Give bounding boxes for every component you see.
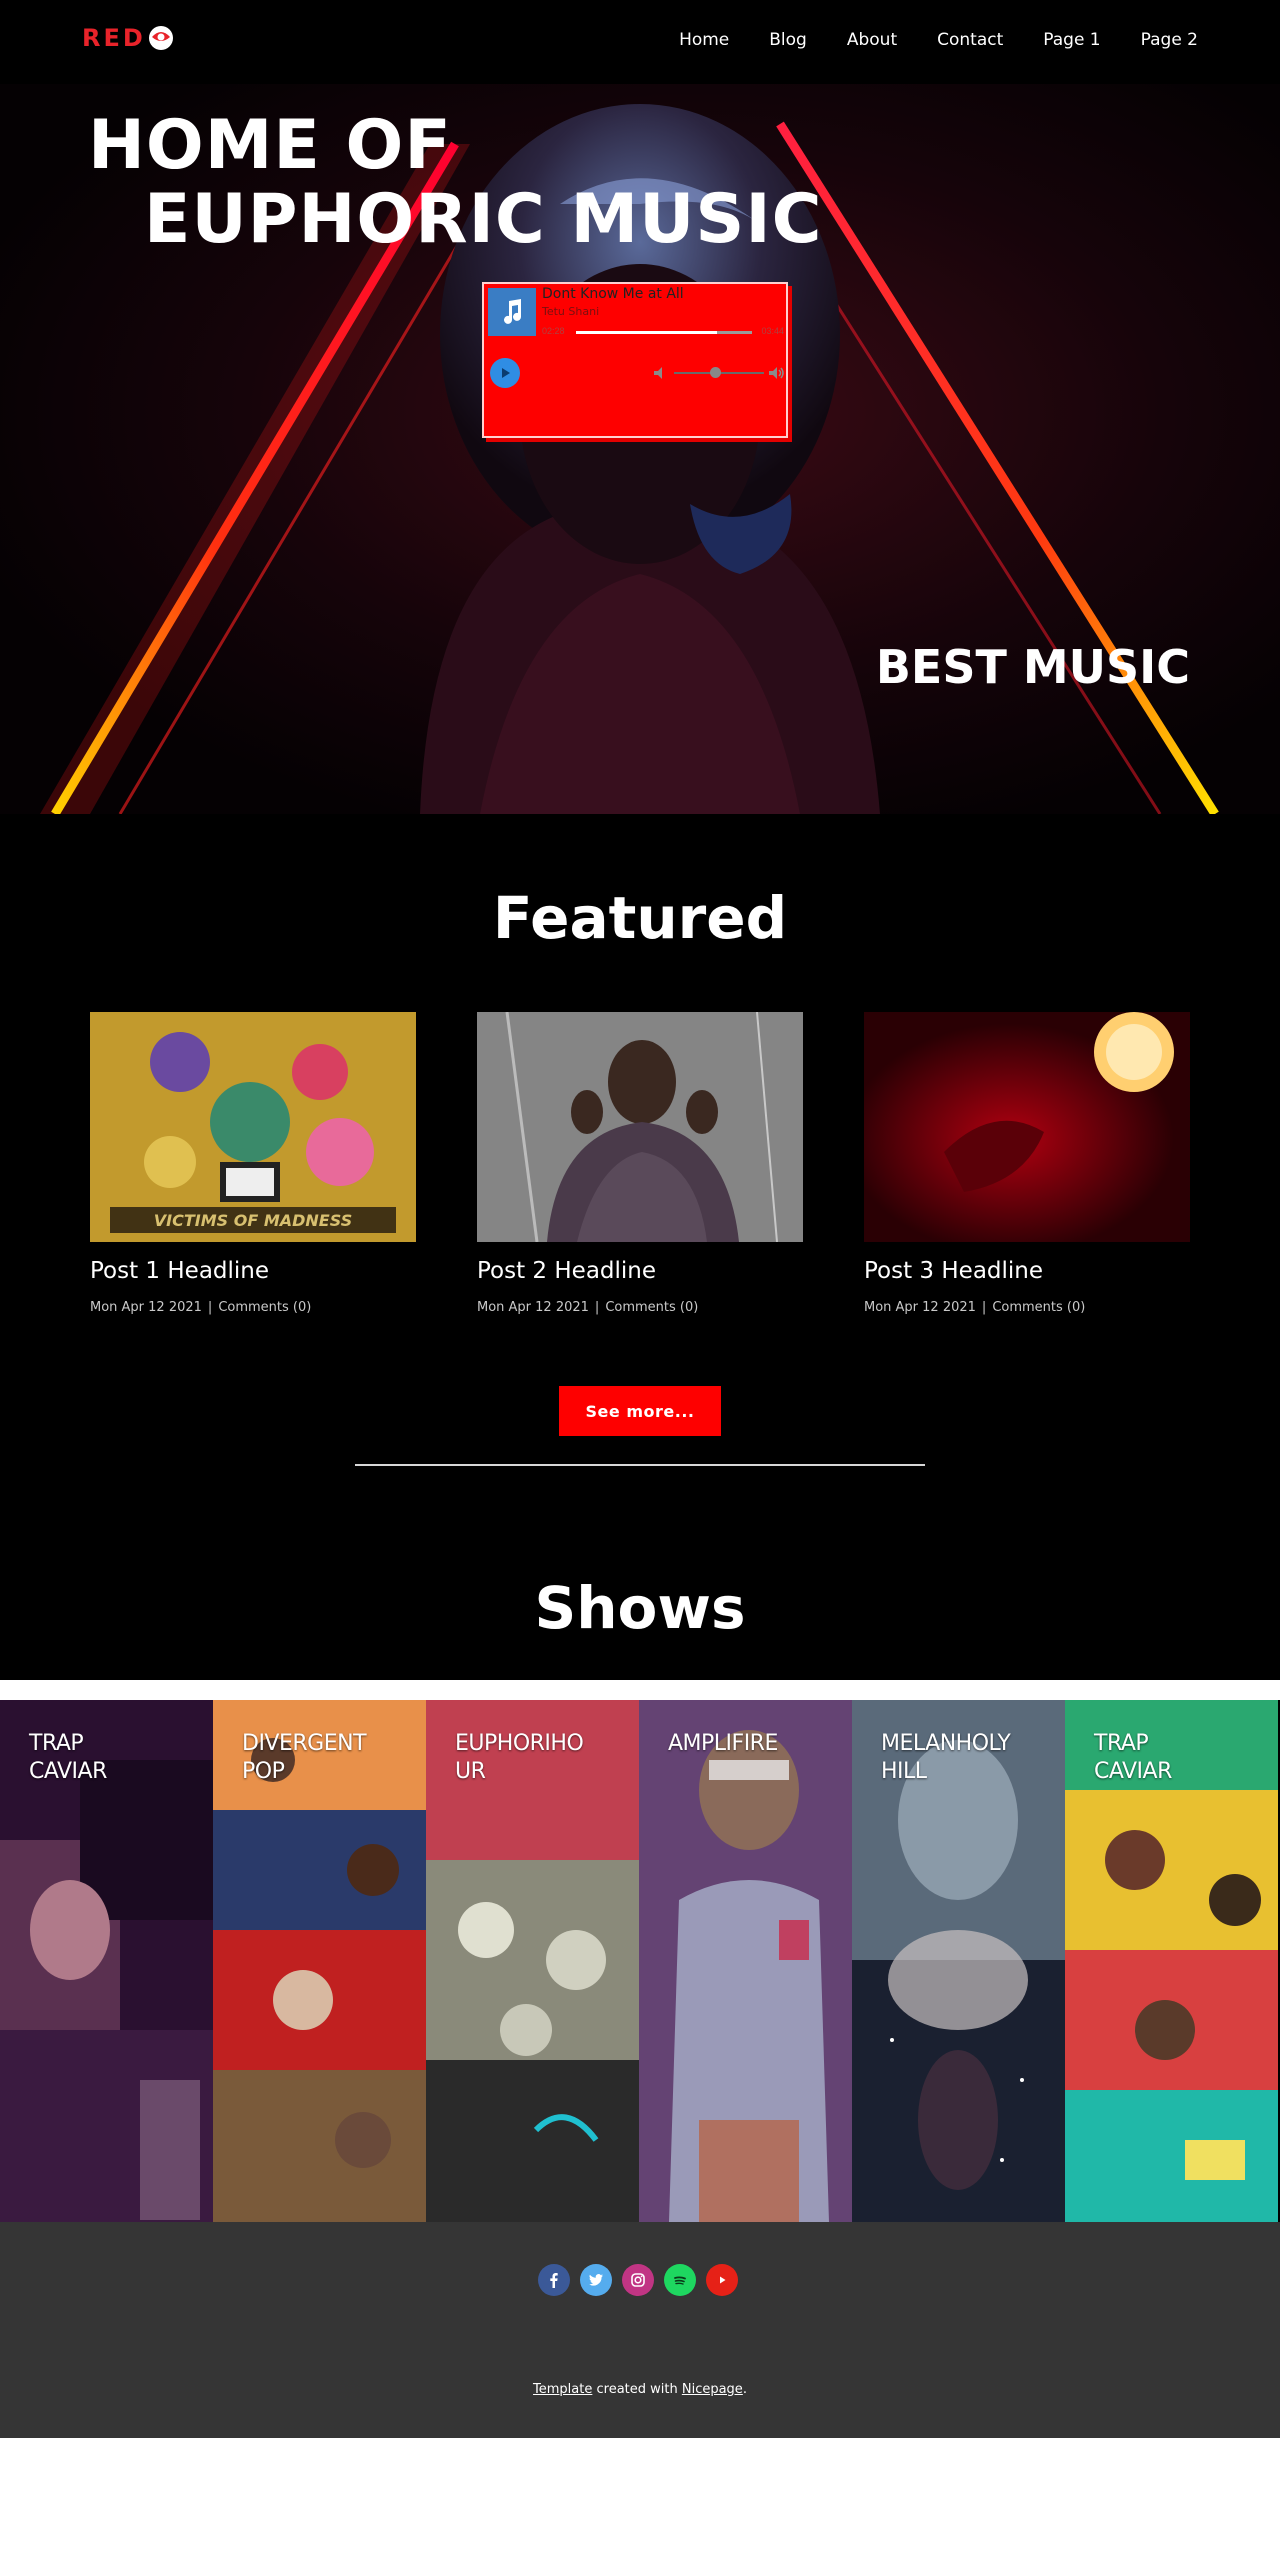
- see-more-button[interactable]: See more...: [559, 1386, 721, 1436]
- shows-strip: TRAP CAVIAR DIVERGENT POP EUPHORIHO UR A…: [0, 1700, 1280, 2222]
- person-photo-image: [477, 1012, 803, 1242]
- track-title: Dont Know Me at All: [542, 286, 684, 302]
- track-artist: Tetu Shani: [542, 305, 600, 318]
- post-headline[interactable]: Post 3 Headline: [864, 1258, 1190, 1284]
- show-tile[interactable]: TRAP CAVIAR: [0, 1700, 213, 2222]
- nav-blog[interactable]: Blog: [769, 30, 807, 50]
- show-tile[interactable]: TRAP CAVIAR: [1065, 1700, 1278, 2222]
- nav-about[interactable]: About: [847, 30, 897, 50]
- show-tile[interactable]: EUPHORIHO UR: [426, 1700, 639, 2222]
- hero-title-line1: HOME OF: [88, 106, 452, 185]
- post-meta: Mon Apr 12 2021 | Comments (0): [864, 1300, 1190, 1315]
- show-cover-image: [639, 1700, 852, 2222]
- nicepage-link[interactable]: Nicepage: [682, 2382, 743, 2397]
- post-headline[interactable]: Post 1 Headline: [90, 1258, 416, 1284]
- twitter-icon[interactable]: [580, 2264, 612, 2296]
- meta-separator: |: [207, 1300, 213, 1315]
- social-links: [538, 2264, 738, 2296]
- nav-home[interactable]: Home: [679, 30, 729, 50]
- hero-subtitle: BEST MUSIC: [875, 640, 1190, 694]
- youtube-icon[interactable]: [706, 2264, 738, 2296]
- footer-credit: Template created with Nicepage.: [0, 2382, 1280, 2397]
- post-card[interactable]: VICTIMS OF MADNESS Post 1 Headline Mon A…: [90, 1012, 416, 1315]
- album-collage-image: VICTIMS OF MADNESS: [90, 1012, 416, 1242]
- post-date: Mon Apr 12 2021: [90, 1300, 202, 1315]
- site-footer: Template created with Nicepage.: [0, 2222, 1280, 2438]
- facebook-icon[interactable]: [538, 2264, 570, 2296]
- volume-max-icon[interactable]: [768, 365, 786, 381]
- post-comments-link[interactable]: Comments (0): [992, 1300, 1085, 1315]
- post-card[interactable]: Post 2 Headline Mon Apr 12 2021 | Comments…: [477, 1012, 803, 1315]
- post-meta: Mon Apr 12 2021 | Comments (0): [90, 1300, 416, 1315]
- progress-slider[interactable]: [576, 331, 752, 334]
- eye-logo-icon: [148, 26, 173, 50]
- post-image[interactable]: [864, 1012, 1190, 1242]
- post-date: Mon Apr 12 2021: [477, 1300, 589, 1315]
- time-elapsed: 02:28: [542, 326, 565, 336]
- hero-section: HOME OF EUPHORIC MUSIC Dont Know Me at A…: [0, 84, 1280, 814]
- volume-mute-icon[interactable]: [652, 365, 668, 381]
- template-link[interactable]: Template: [533, 2382, 592, 2397]
- music-note-icon: [504, 299, 521, 324]
- svg-text:VICTIMS OF MADNESS: VICTIMS OF MADNESS: [154, 1211, 352, 1230]
- play-button[interactable]: [490, 358, 520, 388]
- post-meta: Mon Apr 12 2021 | Comments (0): [477, 1300, 803, 1315]
- post-image[interactable]: [477, 1012, 803, 1242]
- progress-fill: [576, 331, 717, 334]
- meta-separator: |: [594, 1300, 600, 1315]
- hero-title-line2: EUPHORIC MUSIC: [144, 180, 823, 259]
- volume-knob[interactable]: [709, 367, 721, 378]
- section-divider: [355, 1464, 925, 1466]
- show-tile[interactable]: AMPLIFIRE: [639, 1700, 852, 2222]
- show-tile[interactable]: DIVERGENT POP: [213, 1700, 426, 2222]
- logo[interactable]: RED: [82, 24, 174, 52]
- post-headline[interactable]: Post 2 Headline: [477, 1258, 803, 1284]
- show-label: DIVERGENT POP: [242, 1731, 367, 1784]
- site-header: RED Home Blog About Contact Page 1 Page …: [0, 0, 1280, 84]
- shows-title: Shows: [534, 1574, 746, 1642]
- instagram-icon[interactable]: [622, 2264, 654, 2296]
- audio-player: Dont Know Me at All Tetu Shani 02:28 03:…: [482, 282, 788, 438]
- post-comments-link[interactable]: Comments (0): [218, 1300, 311, 1315]
- post-image[interactable]: VICTIMS OF MADNESS: [90, 1012, 416, 1242]
- album-art: [488, 288, 536, 336]
- time-total: 03:44: [761, 326, 784, 336]
- meta-separator: |: [981, 1300, 987, 1315]
- post-comments-link[interactable]: Comments (0): [605, 1300, 698, 1315]
- play-icon: [502, 368, 510, 378]
- nav-page-2[interactable]: Page 2: [1141, 30, 1198, 50]
- show-label: TRAP CAVIAR: [1094, 1731, 1172, 1784]
- post-card[interactable]: Post 3 Headline Mon Apr 12 2021 | Comments…: [864, 1012, 1190, 1315]
- show-label: EUPHORIHO UR: [455, 1731, 584, 1784]
- show-label: TRAP CAVIAR: [29, 1731, 107, 1784]
- show-label: MELANHOLY HILL: [881, 1731, 1011, 1784]
- featured-section: Featured VICTIMS OF MADNESS Post 1 Headl…: [0, 814, 1280, 1680]
- logo-text: RED: [82, 24, 146, 52]
- credit-text: created with: [592, 2382, 682, 2397]
- spotify-icon[interactable]: [664, 2264, 696, 2296]
- stage-light-image: [864, 1012, 1190, 1242]
- show-tile[interactable]: MELANHOLY HILL: [852, 1700, 1065, 2222]
- show-label: AMPLIFIRE: [668, 1731, 778, 1756]
- nav-contact[interactable]: Contact: [937, 30, 1003, 50]
- nav-page-1[interactable]: Page 1: [1043, 30, 1100, 50]
- post-date: Mon Apr 12 2021: [864, 1300, 976, 1315]
- main-nav: Home Blog About Contact Page 1 Page 2: [679, 30, 1198, 50]
- featured-title: Featured: [492, 884, 788, 952]
- credit-end: .: [742, 2382, 747, 2397]
